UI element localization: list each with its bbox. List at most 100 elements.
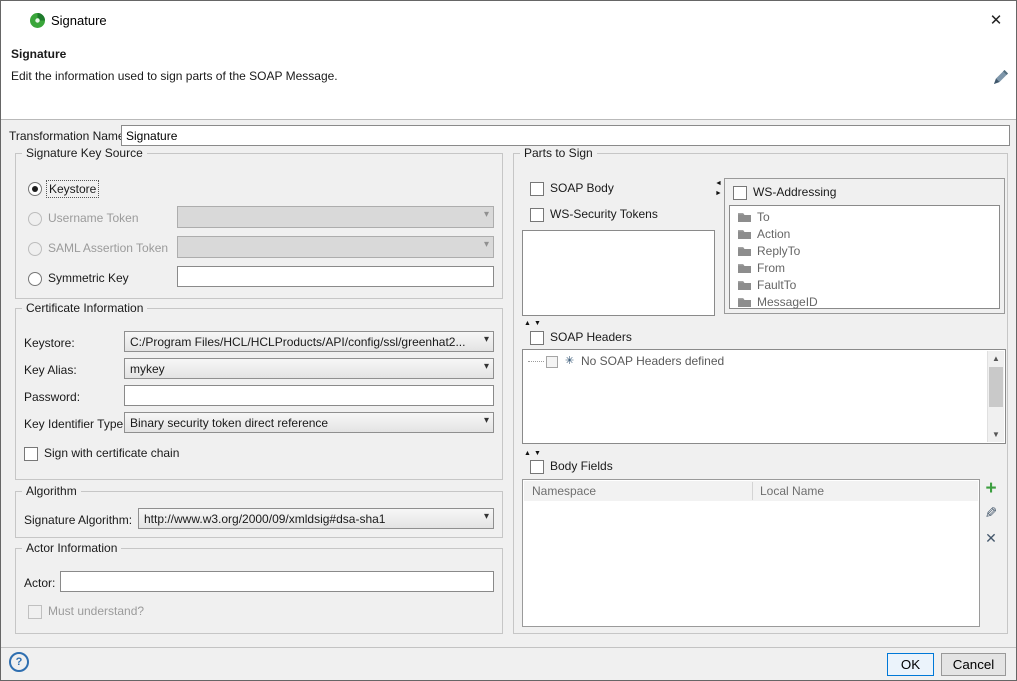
ws-addressing-checkbox[interactable] [733,186,747,200]
chevron-down-icon: ▾ [484,511,489,522]
window-title: Signature [51,13,107,28]
signature-key-source-group: Signature Key Source Keystore Username T… [15,153,503,299]
actor-information-group: Actor Information Actor: Must understand… [15,548,503,634]
transformation-name-input[interactable] [121,125,1010,146]
transformation-name-label: Transformation Name: [9,128,128,144]
key-identifier-type-combo[interactable]: Binary security token direct reference ▾ [124,412,494,433]
soap-headers-empty-text: No SOAP Headers defined [581,354,724,368]
signature-key-source-title: Signature Key Source [22,146,147,160]
password-input[interactable] [124,385,494,406]
tree-connector-line [528,361,544,362]
add-icon[interactable]: + [982,480,1000,498]
actor-input[interactable] [60,571,494,592]
scroll-down-icon[interactable]: ▼ [988,427,1004,442]
soap-headers-checkbox[interactable] [530,331,544,345]
key-alias-combo[interactable]: mykey ▾ [124,358,494,379]
ws-security-tokens-checkbox-label[interactable]: WS-Security Tokens [550,206,658,222]
splitter-expand-down-icon[interactable]: ▼ [534,320,541,327]
body-fields-checkbox-label[interactable]: Body Fields [550,458,613,474]
soap-headers-tree: ✳ No SOAP Headers defined ▲ ▼ [522,349,1006,444]
signature-algorithm-combo[interactable]: http://www.w3.org/2000/09/xmldsig#dsa-sh… [138,508,494,529]
saml-token-radio [28,242,42,256]
ws-addressing-item-label: MessageID [757,295,818,309]
body-fields-table: Namespace Local Name [522,479,980,627]
chevron-down-icon: ▾ [484,239,489,250]
folder-icon [738,211,751,222]
ws-addressing-panel: WS-Addressing To Action ReplyTo From [724,178,1005,314]
ws-addressing-item-from[interactable]: From [730,259,999,276]
algorithm-title: Algorithm [22,484,81,498]
sign-chain-checkbox[interactable] [24,447,38,461]
button-bar: ? OK Cancel [1,647,1016,681]
key-alias-combo-value: mykey [130,362,475,376]
key-identifier-type-combo-value: Binary security token direct reference [130,416,475,430]
ws-addressing-list: To Action ReplyTo From FaultTo [729,205,1000,309]
ws-addressing-item-replyto[interactable]: ReplyTo [730,242,999,259]
chevron-down-icon: ▾ [484,334,489,345]
actor-label: Actor: [24,575,55,591]
header-title: Signature [11,47,66,61]
ws-addressing-item-label: FaultTo [757,278,796,292]
actor-information-title: Actor Information [22,541,121,555]
saml-token-radio-label: SAML Assertion Token [48,240,168,256]
security-tokens-list[interactable] [522,230,715,316]
ws-addressing-checkbox-label[interactable]: WS-Addressing [753,184,836,200]
symmetric-key-input[interactable] [177,266,494,287]
ok-button[interactable]: OK [887,653,934,676]
symmetric-key-radio[interactable] [28,272,42,286]
signature-algorithm-combo-value: http://www.w3.org/2000/09/xmldsig#dsa-sh… [144,512,475,526]
ws-addressing-item-to[interactable]: To [730,208,999,225]
ws-addressing-item-messageid[interactable]: MessageID [730,293,999,310]
splitter-expand-down-icon[interactable]: ▼ [534,450,541,457]
folder-icon [738,228,751,239]
ws-security-tokens-checkbox[interactable] [530,208,544,222]
username-token-combo: ▾ [177,206,494,228]
ws-addressing-item-action[interactable]: Action [730,225,999,242]
ws-addressing-item-faultto[interactable]: FaultTo [730,276,999,293]
must-understand-checkbox-label: Must understand? [48,603,144,619]
splitter-expand-right-icon[interactable]: ► [715,190,722,197]
key-alias-label: Key Alias: [24,362,77,378]
splitter-collapse-up-icon[interactable]: ▲ [524,450,531,457]
delete-icon[interactable]: ✕ [982,529,1000,547]
cancel-button[interactable]: Cancel [941,653,1006,676]
soap-body-checkbox[interactable] [530,182,544,196]
signature-algorithm-label: Signature Algorithm: [24,512,132,528]
scrollbar-thumb[interactable] [989,367,1003,407]
splitter-collapse-left-icon[interactable]: ◄ [715,180,722,187]
body-fields-table-body[interactable] [524,501,978,625]
ws-addressing-item-label: From [757,261,785,275]
signature-dialog: Signature ✕ Signature Edit the informati… [0,0,1017,681]
soap-body-checkbox-label[interactable]: SOAP Body [550,180,614,196]
keystore-radio-label[interactable]: Keystore [46,180,99,198]
title-bar: Signature ✕ [1,1,1016,40]
column-header-namespace: Namespace [532,483,596,499]
close-icon[interactable]: ✕ [985,10,1007,32]
scroll-up-icon[interactable]: ▲ [988,351,1004,366]
username-token-radio-label: Username Token [48,210,139,226]
edit-pencil-icon[interactable]: ✎ [982,505,1000,523]
parts-to-sign-title: Parts to Sign [520,146,597,160]
ws-addressing-item-label: ReplyTo [757,244,800,258]
soap-headers-checkbox-label[interactable]: SOAP Headers [550,329,632,345]
folder-icon [738,296,751,307]
signature-pen-icon [991,67,1011,90]
keystore-combo[interactable]: C:/Program Files/HCL/HCLProducts/API/con… [124,331,494,352]
tree-node-icon: ✳ [565,354,574,367]
splitter-collapse-up-icon[interactable]: ▲ [524,320,531,327]
app-icon [29,12,46,32]
sign-chain-checkbox-label[interactable]: Sign with certificate chain [44,445,179,461]
keystore-radio[interactable] [28,182,42,196]
chevron-down-icon: ▾ [484,209,489,220]
must-understand-checkbox [28,605,42,619]
key-identifier-type-label: Key Identifier Type: [24,416,127,432]
column-divider [752,482,753,500]
column-header-local-name: Local Name [760,483,824,499]
soap-headers-scrollbar[interactable]: ▲ ▼ [987,351,1004,442]
chevron-down-icon: ▾ [484,415,489,426]
symmetric-key-radio-label[interactable]: Symmetric Key [48,270,129,286]
folder-icon [738,279,751,290]
body-fields-checkbox[interactable] [530,460,544,474]
soap-header-node-checkbox[interactable] [546,356,558,368]
help-icon[interactable]: ? [9,652,29,672]
